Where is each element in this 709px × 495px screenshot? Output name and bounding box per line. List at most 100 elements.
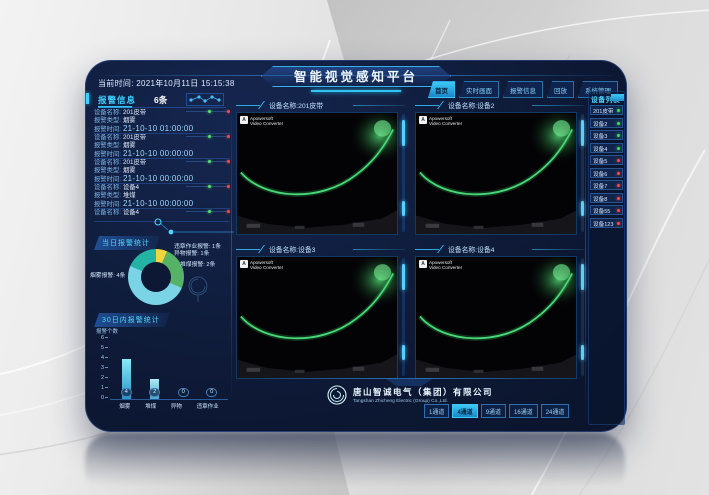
video-viewport[interactable]: A Apowersoft Video Converter: [415, 256, 577, 379]
channel-button-9[interactable]: 9通道: [481, 404, 506, 418]
video-watermark: A Apowersoft Video Converter: [240, 116, 283, 126]
alarm-field-value: 21-10-10 01:00:00: [123, 124, 194, 133]
header-accent-line: [236, 105, 260, 106]
tab-home[interactable]: 首页: [428, 81, 455, 98]
alarm-field-value: 烟雾: [123, 167, 136, 174]
alarm-device-row: 设备名称:设备4: [94, 209, 230, 217]
device-item[interactable]: 设备6: [590, 168, 623, 178]
device-item[interactable]: 设备4: [590, 143, 623, 153]
daily-stats-title: 当日报警统计: [94, 236, 160, 250]
scrollbar-thumb[interactable]: [402, 120, 405, 146]
bar-group: 4: [113, 359, 139, 399]
device-list-tab-button[interactable]: [611, 94, 624, 101]
header-accent-line: [353, 249, 405, 250]
alarm-field-value: 21-10-10 00:00:00: [123, 199, 194, 208]
alarm-field-label: 设备名称:: [94, 109, 121, 116]
video-viewport[interactable]: A Apowersoft Video Converter: [415, 112, 577, 235]
device-name: 设备7: [593, 182, 607, 190]
x-axis-labels: 烟雾 堆煤 异物 违章作业: [112, 402, 226, 410]
device-item[interactable]: 设备123: [590, 218, 623, 228]
y-axis-label: 报警个数: [96, 327, 118, 335]
alarm-card[interactable]: 设备名称:201皮带 报警类型:烟雾 报警时间:21-10-10 00:00:0…: [94, 159, 230, 184]
title-underline: [311, 90, 401, 92]
alarm-field-value: 设备4: [123, 184, 139, 191]
device-item[interactable]: 设备3: [590, 130, 623, 140]
header-accent-line: [415, 105, 439, 106]
video-viewport[interactable]: A Apowersoft Video Converter: [236, 256, 398, 379]
bar-value-pill: 2: [149, 388, 160, 397]
tab-live-view[interactable]: 实时画面: [459, 81, 499, 98]
y-tick: 5: [92, 345, 108, 351]
alarm-field-value: 设备4: [123, 209, 139, 216]
header-accent-line: [236, 249, 260, 250]
connector-line-decoration: [144, 217, 236, 239]
video-title: 设备名称:设备3: [269, 244, 315, 254]
video-scrollbar[interactable]: [402, 258, 405, 376]
alarm-card[interactable]: 设备名称:201皮带 报警类型:烟雾 报警时间:21-10-10 01:00:0…: [94, 109, 230, 134]
video-scrollbar[interactable]: [581, 258, 584, 376]
video-scrollbar[interactable]: [402, 114, 405, 232]
alarm-time-row: 报警时间:21-10-10 00:00:00: [94, 200, 230, 209]
device-status-dot: [617, 109, 620, 112]
donut-label: 烟雾报警: 4条: [90, 273, 125, 280]
device-item[interactable]: 设备5: [590, 155, 623, 165]
bar-chart: 4 2 0 0: [112, 339, 226, 399]
alarm-field-value: 21-10-10 00:00:00: [123, 174, 194, 183]
device-item[interactable]: 设备7: [590, 180, 623, 190]
y-tick: 0: [92, 395, 108, 401]
alarm-field-label: 报警类型:: [94, 192, 121, 199]
device-item[interactable]: 设备8: [590, 193, 623, 203]
video-scrollbar[interactable]: [581, 114, 584, 232]
device-item[interactable]: 设备2: [590, 118, 623, 128]
y-tick: 3: [92, 365, 108, 371]
scrollbar-thumb[interactable]: [402, 345, 405, 360]
bar-group: 2: [142, 379, 168, 399]
alarm-card[interactable]: 设备名称:201皮带 报警类型:烟雾 报警时间:21-10-10 00:00:0…: [94, 134, 230, 159]
channel-button-24[interactable]: 24通道: [541, 404, 570, 418]
tab-playback[interactable]: 回放: [547, 81, 574, 98]
y-tick: 6: [92, 335, 108, 341]
device-status-dot: [617, 197, 620, 200]
video-panel[interactable]: 设备名称:设备3: [236, 243, 405, 379]
device-item[interactable]: 201皮带: [590, 105, 623, 115]
device-item[interactable]: 设备55: [590, 205, 623, 215]
watermark-logo-icon: A: [240, 260, 248, 268]
device-name: 201皮带: [593, 107, 614, 115]
scrollbar-thumb[interactable]: [402, 264, 405, 290]
scrollbar-thumb[interactable]: [581, 201, 584, 216]
device-status-dot: [617, 172, 620, 175]
channel-button-1[interactable]: 1通道: [424, 404, 449, 418]
alarm-device-row: 设备名称:201皮带: [94, 109, 230, 117]
footer-divider: [236, 378, 584, 379]
scrollbar-thumb[interactable]: [581, 264, 584, 290]
channel-buttons: 1通道 4通道 9通道 16通道 24通道: [424, 404, 569, 418]
scrollbar-thumb[interactable]: [402, 201, 405, 216]
video-panel[interactable]: 设备名称:201皮带: [236, 99, 405, 235]
video-watermark: A Apowersoft Video Converter: [240, 260, 283, 270]
channel-button-4[interactable]: 4通道: [452, 404, 477, 418]
alarm-panel-title: 报警信息: [98, 94, 136, 106]
alarm-card[interactable]: 设备名称:设备4 报警类型:堆煤 报警时间:21-10-10 00:00:00: [94, 184, 230, 209]
alarm-field-label: 设备名称:: [94, 184, 121, 191]
company-text: 唐山智诚电气（集团）有限公司 Tangshan Zhicheng Electri…: [353, 386, 493, 404]
alarm-field-label: 设备名称:: [94, 159, 121, 166]
scrollbar-thumb[interactable]: [581, 120, 584, 146]
panel-reflection: [85, 433, 625, 495]
header-accent-line: [532, 249, 584, 250]
donut-label: 异物报警: 1条: [174, 251, 221, 258]
video-panel[interactable]: 设备名称:设备2: [415, 99, 584, 235]
video-header: 设备名称:201皮带: [236, 99, 405, 112]
alarm-field-label: 报警时间:: [94, 126, 121, 133]
scrollbar-thumb[interactable]: [581, 345, 584, 360]
alarm-field-value: 21-10-10 00:00:00: [123, 149, 194, 158]
video-viewport[interactable]: A Apowersoft Video Converter: [236, 112, 398, 235]
tab-alarm-info[interactable]: 报警信息: [503, 81, 543, 98]
alarm-time-row: 报警时间:21-10-10 00:00:00: [94, 150, 230, 159]
donut-label-group: 违章作业报警: 1条 异物报警: 1条: [174, 244, 221, 258]
watermark-logo-icon: A: [240, 116, 248, 124]
channel-button-16[interactable]: 16通道: [509, 404, 538, 418]
video-panel[interactable]: 设备名称:设备4: [415, 243, 584, 379]
video-frame-image: [237, 257, 397, 378]
bar-value-pill: 0: [178, 388, 189, 397]
panel-edge-accent: [86, 93, 89, 104]
